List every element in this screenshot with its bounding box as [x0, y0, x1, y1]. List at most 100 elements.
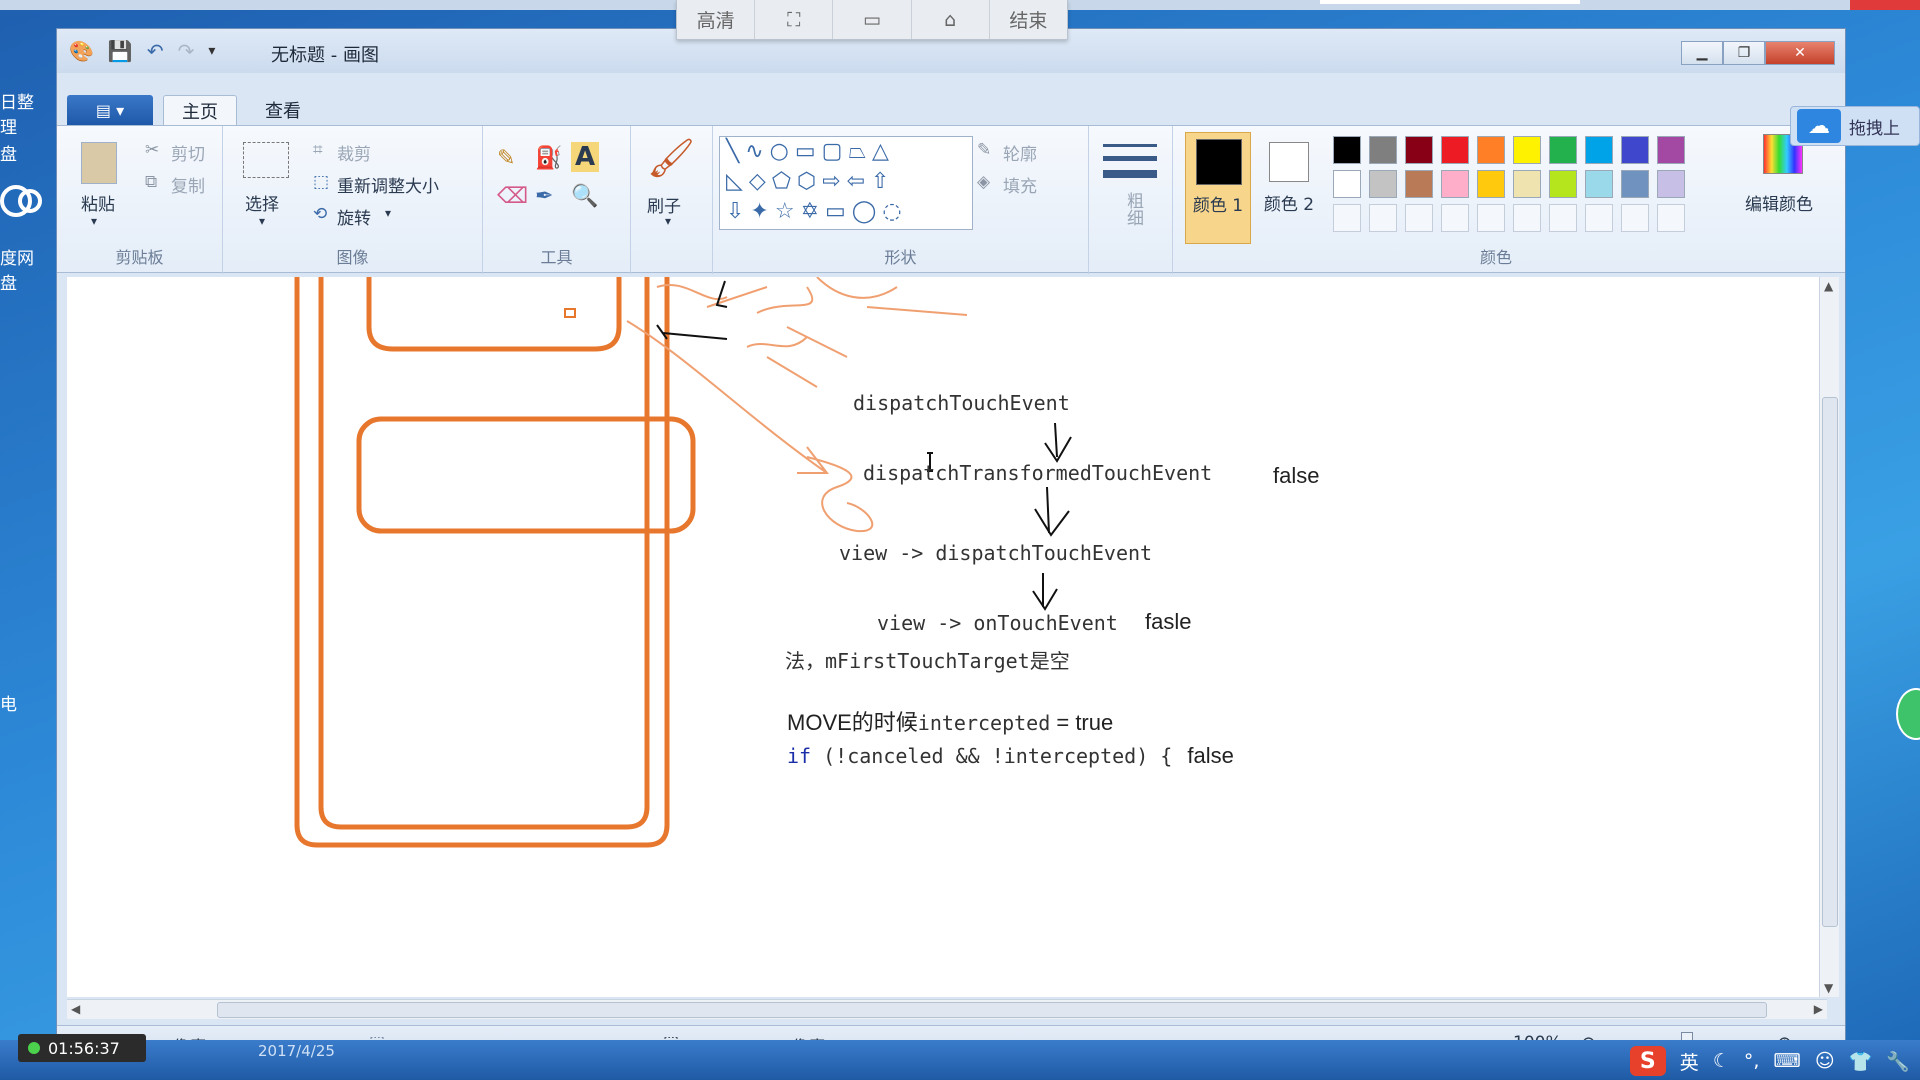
desktop-icon-label-4[interactable]: 电	[0, 690, 46, 715]
palette-swatch[interactable]	[1513, 136, 1541, 164]
palette-swatch[interactable]	[1549, 136, 1577, 164]
palette-swatch[interactable]	[1477, 170, 1505, 198]
select-icon[interactable]	[243, 142, 289, 178]
drawing-canvas[interactable]: dispatchTouchEvent dispatchTransformedTo…	[67, 277, 1827, 997]
resize-icon[interactable]: ⬚	[313, 172, 329, 192]
restore-button[interactable]: ❐	[1723, 41, 1765, 65]
scroll-right-icon[interactable]: ▶	[1814, 1002, 1823, 1016]
horizontal-scrollbar[interactable]: ◀ ▶	[67, 999, 1827, 1019]
tab-view[interactable]: 查看	[247, 95, 319, 125]
color1-selector[interactable]: 颜色 1	[1185, 132, 1251, 244]
keyboard-icon[interactable]: ⌨	[1773, 1050, 1800, 1072]
file-menu-button[interactable]: ▤ ▾	[67, 95, 153, 125]
close-button[interactable]: ✕	[1765, 41, 1835, 65]
scroll-up-icon[interactable]: ▲	[1824, 279, 1833, 293]
magnifier-icon[interactable]: 🔍	[571, 184, 598, 209]
fill-icon[interactable]: ◈	[977, 172, 990, 192]
paste-icon[interactable]	[81, 142, 117, 184]
paint-app-icon[interactable]: 🎨	[69, 39, 94, 63]
color2-selector[interactable]: 颜色 2	[1259, 132, 1319, 244]
fill-bucket-icon[interactable]: ⛽	[535, 146, 562, 171]
crop-icon[interactable]: ⌗	[313, 140, 323, 160]
ime-language[interactable]: 英	[1680, 1048, 1699, 1075]
desktop-icon-label-1[interactable]: 日整理	[0, 88, 46, 138]
wrench-icon[interactable]: 🔧	[1886, 1050, 1910, 1073]
palette-swatch[interactable]	[1441, 136, 1469, 164]
custom-color-slot[interactable]	[1549, 204, 1577, 232]
palette-swatch[interactable]	[1549, 170, 1577, 198]
size-button[interactable]: 粗细	[1121, 192, 1146, 226]
desktop-icon-label-2[interactable]: 盘	[0, 140, 46, 165]
paste-button[interactable]: 粘贴	[81, 190, 115, 215]
cloud-upload-button[interactable]: ☁ 拖拽上	[1790, 106, 1920, 146]
custom-color-slot[interactable]	[1369, 204, 1397, 232]
scroll-left-icon[interactable]: ◀	[71, 1002, 80, 1016]
brush-icon[interactable]: 🖌	[647, 136, 695, 181]
minimize-button[interactable]: ▁	[1681, 41, 1723, 65]
crop-button[interactable]: 裁剪	[337, 140, 371, 165]
outline-icon[interactable]: ✎	[977, 140, 991, 160]
pencil-icon[interactable]: ✎	[497, 146, 515, 171]
paste-dropdown-icon[interactable]: ▾	[91, 214, 97, 228]
rotate-icon[interactable]: ⟲	[313, 204, 327, 224]
custom-color-slot[interactable]	[1513, 204, 1541, 232]
scroll-down-icon[interactable]: ▼	[1824, 981, 1833, 995]
palette-swatch[interactable]	[1369, 170, 1397, 198]
color-picker-icon[interactable]: ✒	[535, 184, 553, 209]
text-tool-icon[interactable]: A	[571, 142, 600, 172]
sogou-ime-icon[interactable]: S	[1629, 1046, 1666, 1076]
custom-color-slot[interactable]	[1441, 204, 1469, 232]
horizontal-scroll-thumb[interactable]	[217, 1002, 1767, 1018]
eraser-icon[interactable]: ⌫	[497, 184, 528, 209]
redo-icon[interactable]: ↷	[178, 39, 195, 63]
custom-color-slot[interactable]	[1657, 204, 1685, 232]
recorder-stop-button[interactable]: 结束	[990, 0, 1067, 39]
fill-button[interactable]: 填充	[1003, 172, 1037, 197]
vertical-scrollbar[interactable]: ▲ ▼	[1819, 277, 1839, 997]
custom-color-slot[interactable]	[1585, 204, 1613, 232]
custom-color-slot[interactable]	[1405, 204, 1433, 232]
recorder-home-button[interactable]: ⌂	[912, 0, 990, 39]
recorder-region-button[interactable]: ⛶	[755, 0, 834, 39]
palette-swatch[interactable]	[1441, 170, 1469, 198]
custom-color-slot[interactable]	[1333, 204, 1361, 232]
shapes-gallery[interactable]: ╲∿○▭▢⏢△ ◺◇⬠⬡⇨⇦⇧ ⇩✦☆✡▭◯◌	[719, 136, 973, 230]
palette-swatch[interactable]	[1621, 170, 1649, 198]
outline-button[interactable]: 轮廓	[1003, 140, 1037, 165]
cut-icon[interactable]: ✂	[145, 140, 159, 160]
palette-swatch[interactable]	[1585, 136, 1613, 164]
palette-swatch[interactable]	[1585, 170, 1613, 198]
user-icon[interactable]: ☺	[1815, 1050, 1835, 1072]
recorder-window-button[interactable]: ▭	[833, 0, 912, 39]
copy-icon[interactable]: ⧉	[145, 172, 157, 192]
moon-icon[interactable]: ☾	[1713, 1050, 1730, 1072]
shirt-icon[interactable]: 👕	[1849, 1050, 1873, 1073]
select-button[interactable]: 选择	[245, 190, 279, 215]
palette-swatch[interactable]	[1333, 170, 1361, 198]
baidu-cloud-icon[interactable]	[0, 175, 44, 225]
rotate-button[interactable]: 旋转	[337, 204, 371, 229]
custom-color-slot[interactable]	[1621, 204, 1649, 232]
palette-swatch[interactable]	[1333, 136, 1361, 164]
palette-swatch[interactable]	[1405, 136, 1433, 164]
desktop-icon-label-3[interactable]: 度网盘	[0, 244, 46, 294]
customize-dropdown-icon[interactable]: ▾	[208, 43, 215, 59]
brush-dropdown-icon[interactable]: ▾	[665, 214, 671, 228]
select-dropdown-icon[interactable]: ▾	[259, 214, 265, 228]
cut-button[interactable]: 剪切	[171, 140, 205, 165]
vertical-scroll-thumb[interactable]	[1822, 397, 1838, 927]
resize-button[interactable]: 重新调整大小	[337, 172, 439, 197]
palette-swatch[interactable]	[1405, 170, 1433, 198]
recorder-hd-button[interactable]: 高清	[677, 0, 756, 39]
save-icon[interactable]: 💾	[108, 39, 133, 63]
undo-icon[interactable]: ↶	[147, 39, 164, 63]
edit-colors-button[interactable]: 编辑颜色	[1745, 190, 1813, 215]
palette-swatch[interactable]	[1657, 170, 1685, 198]
rotate-dropdown-icon[interactable]: ▾	[385, 206, 391, 220]
brush-button[interactable]: 刷子	[647, 192, 681, 217]
palette-swatch[interactable]	[1477, 136, 1505, 164]
punctuation-icon[interactable]: °,	[1744, 1050, 1760, 1072]
copy-button[interactable]: 复制	[171, 172, 205, 197]
palette-swatch[interactable]	[1369, 136, 1397, 164]
palette-swatch[interactable]	[1621, 136, 1649, 164]
